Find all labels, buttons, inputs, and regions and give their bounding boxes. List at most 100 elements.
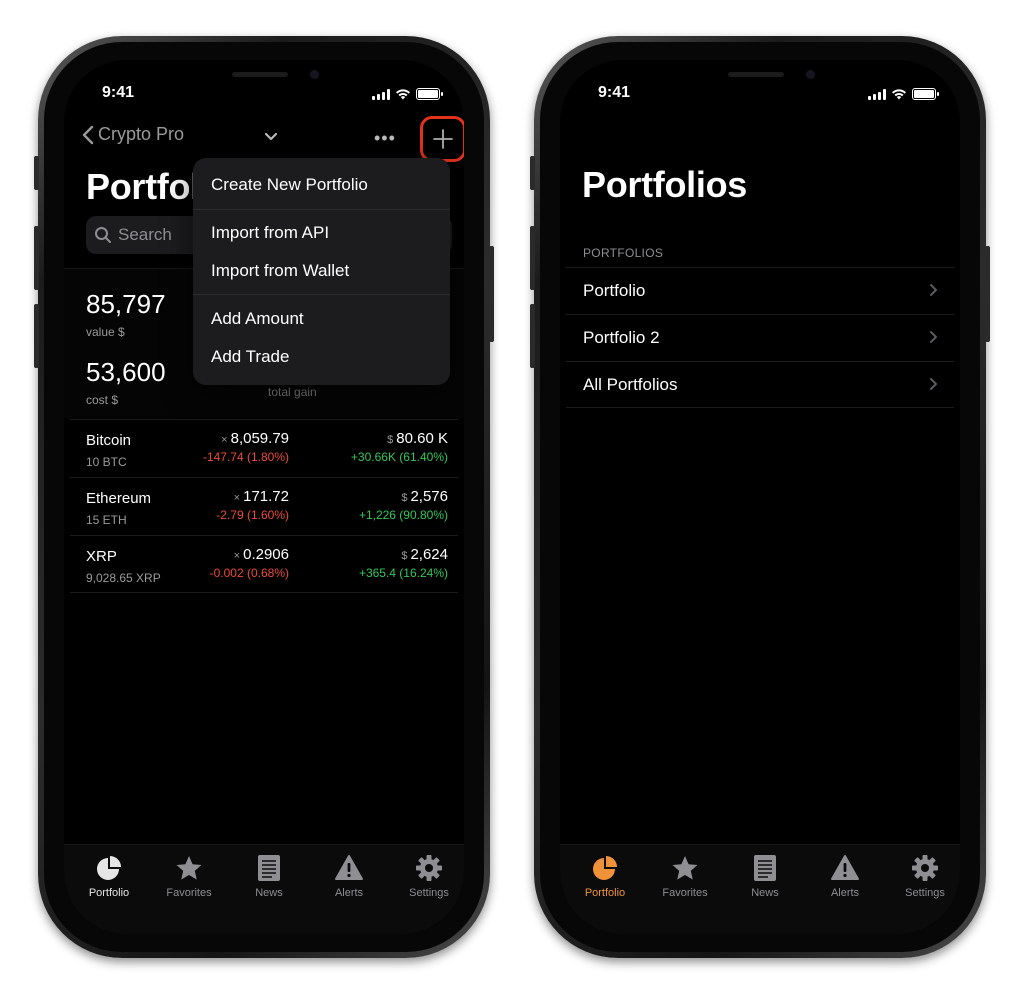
tab-label: Favorites xyxy=(662,887,708,899)
navigation-bar: Crypto Pro ••• xyxy=(64,116,464,162)
volume-up-button xyxy=(530,226,535,290)
menu-item-import-from-api[interactable]: Import from API xyxy=(193,220,450,246)
list-item[interactable]: XRP 9,028.65 XRP × 0.2906 -0.002 (0.68%) … xyxy=(70,535,458,593)
coin-quantity: 15 ETH xyxy=(86,513,127,527)
coin-gain: +1,226 (90.80%) xyxy=(358,508,448,522)
bezel: 9:41 Crypto Pro ••• Portfolio Search 85,… xyxy=(44,42,484,952)
menu-item-import-from-wallet[interactable]: Import from Wallet xyxy=(193,258,450,284)
mute-switch xyxy=(34,156,39,190)
tab-favorites[interactable]: Favorites xyxy=(149,853,229,899)
coin-price: × 0.2906 xyxy=(234,546,289,563)
menu-divider xyxy=(193,294,450,295)
cellular-signal-icon xyxy=(372,89,390,100)
search-placeholder: Search xyxy=(118,225,172,244)
portfolios-list: Portfolio Portfolio 2 All Portfolios xyxy=(566,267,954,408)
coin-quantity: 9,028.65 XRP xyxy=(86,571,161,585)
holdings-list: Bitcoin 10 BTC × 8,059.79 -147.74 (1.80%)… xyxy=(64,419,464,593)
coin-name: Ethereum xyxy=(86,490,152,507)
total-value: 85,797 xyxy=(86,289,166,319)
volume-down-button xyxy=(530,304,535,368)
gear-icon xyxy=(416,855,442,881)
power-button xyxy=(489,246,494,342)
tab-settings[interactable]: Settings xyxy=(885,853,960,899)
price-multiplier-symbol: × xyxy=(233,492,241,504)
tab-portfolio[interactable]: Portfolio xyxy=(69,853,149,899)
coin-value: $2,624 xyxy=(401,546,448,563)
price-value: 8,059.79 xyxy=(230,430,289,447)
add-menu-popover: Create New Portfolio Import from API Imp… xyxy=(193,158,450,385)
holding-value: 2,624 xyxy=(410,546,448,563)
chevron-right-icon xyxy=(930,331,937,343)
battery-icon xyxy=(912,88,939,100)
tab-label: News xyxy=(751,887,779,899)
plus-icon xyxy=(433,129,453,149)
price-multiplier-symbol: × xyxy=(233,550,241,562)
coin-price: × 171.72 xyxy=(234,488,289,505)
section-header: PORTFOLIOS xyxy=(583,246,664,260)
coin-value: $2,576 xyxy=(401,488,448,505)
tab-portfolio[interactable]: Portfolio xyxy=(565,853,645,899)
coin-gain: +30.66K (61.40%) xyxy=(350,450,448,464)
back-button[interactable]: Crypto Pro xyxy=(82,124,184,145)
page-title: Portfolios xyxy=(582,164,747,205)
pie-chart-icon xyxy=(97,856,121,880)
pie-chart-icon xyxy=(593,856,617,880)
coin-price: × 8,059.79 xyxy=(221,430,289,447)
wifi-icon xyxy=(892,89,906,100)
battery-icon xyxy=(416,88,443,100)
menu-item-add-amount[interactable]: Add Amount xyxy=(193,306,450,332)
tab-label: Alerts xyxy=(830,887,860,899)
price-value: 0.2906 xyxy=(243,546,289,563)
portfolio-name: All Portfolios xyxy=(583,375,678,394)
wifi-icon xyxy=(396,89,410,100)
tab-alerts[interactable]: Alerts xyxy=(309,853,389,899)
tab-news[interactable]: News xyxy=(229,853,309,899)
list-item[interactable]: Bitcoin 10 BTC × 8,059.79 -147.74 (1.80%)… xyxy=(70,419,458,477)
chevron-down-icon[interactable] xyxy=(264,132,278,142)
tab-label: Portfolio xyxy=(88,887,130,899)
currency-symbol: $ xyxy=(401,492,408,504)
list-item-portfolio[interactable]: Portfolio xyxy=(566,267,954,314)
currency-symbol: $ xyxy=(401,550,408,562)
tab-settings[interactable]: Settings xyxy=(389,853,464,899)
tab-label: Settings xyxy=(409,887,449,899)
newspaper-icon xyxy=(754,855,776,881)
gear-icon xyxy=(912,855,938,881)
more-options-button[interactable]: ••• xyxy=(374,128,396,149)
price-value: 171.72 xyxy=(243,488,289,505)
total-gain-label: total gain xyxy=(268,385,317,399)
list-item[interactable]: Ethereum 15 ETH × 171.72 -2.79 (1.60%) $2… xyxy=(70,477,458,535)
status-time: 9:41 xyxy=(102,84,135,101)
menu-divider xyxy=(193,209,450,210)
cellular-signal-icon xyxy=(868,89,886,100)
coin-price-change: -147.74 (1.80%) xyxy=(202,450,289,464)
screen-portfolios: 9:41 Portfolios PORTFOLIOS Portfolio Por… xyxy=(560,60,960,934)
coin-gain: +365.4 (16.24%) xyxy=(358,566,448,580)
list-item-all-portfolios[interactable]: All Portfolios xyxy=(566,361,954,408)
currency-symbol: $ xyxy=(387,434,394,446)
tab-alerts[interactable]: Alerts xyxy=(805,853,885,899)
portfolio-name: Portfolio xyxy=(583,281,646,300)
add-button[interactable] xyxy=(420,116,464,162)
volume-up-button xyxy=(34,226,39,290)
warning-icon xyxy=(831,855,859,880)
total-cost-label: cost $ xyxy=(86,393,119,407)
menu-item-create-new-portfolio[interactable]: Create New Portfolio xyxy=(193,172,450,198)
coin-name: XRP xyxy=(86,548,117,565)
tab-label: Alerts xyxy=(334,887,364,899)
tab-news[interactable]: News xyxy=(725,853,805,899)
coin-value: $80.60 K xyxy=(387,430,448,447)
phone-right: 9:41 Portfolios PORTFOLIOS Portfolio Por… xyxy=(530,36,990,958)
tab-label: Portfolio xyxy=(584,887,626,899)
total-cost: 53,600 xyxy=(86,357,166,387)
screen-portfolio: 9:41 Crypto Pro ••• Portfolio Search 85,… xyxy=(64,60,464,934)
tab-label: News xyxy=(255,887,283,899)
list-item-portfolio-2[interactable]: Portfolio 2 xyxy=(566,314,954,361)
menu-item-add-trade[interactable]: Add Trade xyxy=(193,344,450,370)
holding-value: 80.60 K xyxy=(396,430,448,447)
star-icon xyxy=(176,856,202,880)
tab-favorites[interactable]: Favorites xyxy=(645,853,725,899)
price-multiplier-symbol: × xyxy=(221,434,228,446)
chevron-right-icon xyxy=(930,378,937,390)
total-value-label: value $ xyxy=(86,325,125,339)
